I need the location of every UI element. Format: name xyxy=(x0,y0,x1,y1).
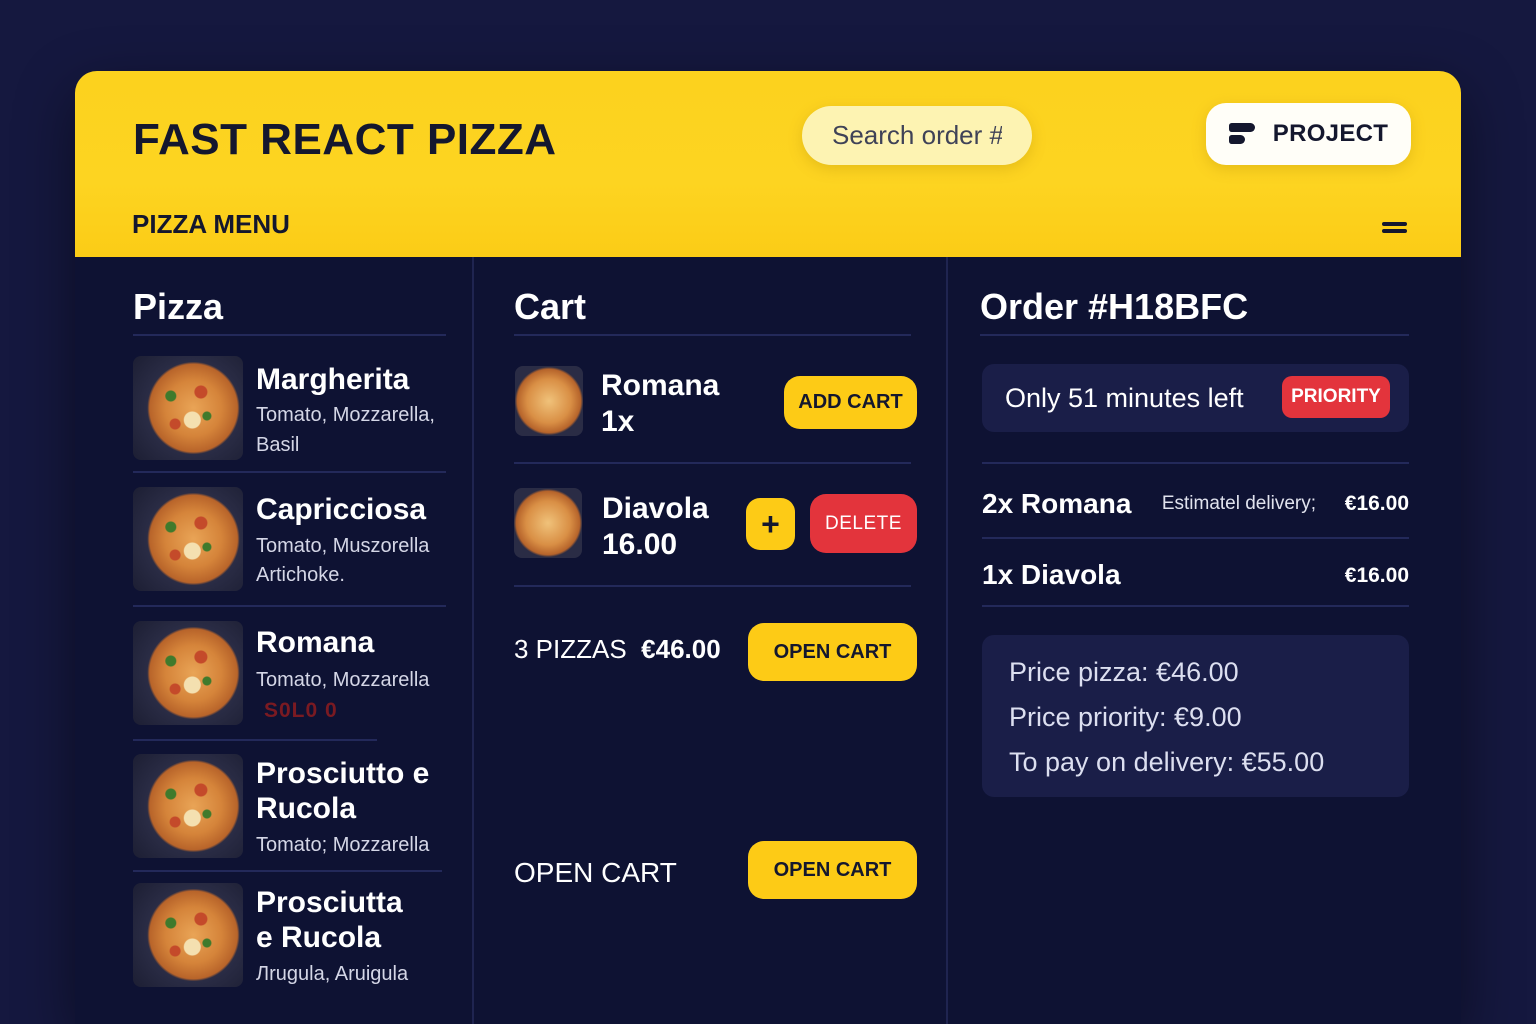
countdown-panel: Only 51 minutes left PRIORITY xyxy=(982,364,1409,432)
pizza-menu-item[interactable]: Romana Tomato, Mozzarella S0L0 0 xyxy=(133,621,445,726)
pizza-menu-item[interactable]: Margherita Tomato, Mozzarella, Basil xyxy=(133,356,445,461)
divider xyxy=(982,537,1409,539)
project-icon xyxy=(1228,122,1255,146)
delete-button[interactable]: DELETE xyxy=(810,494,917,553)
order-totals-panel: Price pizza: €46.00 Price priority: €9.0… xyxy=(982,635,1409,797)
pizza-name: Prosciutta xyxy=(256,886,403,919)
pizza-ingredients: Artichoke. xyxy=(256,564,345,586)
pizza-menu-link[interactable]: PIZZA MENU xyxy=(132,209,290,240)
cart-item-name: Romana xyxy=(601,369,720,402)
header: FAST REACT PIZZA PROJECT PIZZA MENU xyxy=(75,71,1461,257)
price-priority: Price priority: €9.00 xyxy=(1009,702,1242,732)
pizza-menu-item[interactable]: Prosciutta e Rucola Лrugula, Aruigula xyxy=(133,883,445,991)
sold-out-label: S0L0 0 xyxy=(264,699,338,722)
divider xyxy=(514,462,911,464)
pizza-name: e Rucola xyxy=(256,921,382,954)
column-divider xyxy=(946,257,948,1024)
project-button[interactable]: PROJECT xyxy=(1206,103,1411,165)
open-cart-label: OPEN CART xyxy=(514,857,677,888)
add-cart-button[interactable]: ADD CART xyxy=(784,376,917,429)
divider xyxy=(133,605,446,607)
pizza-ingredients: Tomato, Mozzarella, xyxy=(256,404,435,426)
order-item-row: 2x Romana Estimatel delivery; €16.00 xyxy=(982,485,1409,525)
divider xyxy=(133,870,442,872)
order-item-name: 2x Romana xyxy=(982,488,1132,519)
pizza-image xyxy=(133,356,243,460)
cart-item-price: 16.00 xyxy=(602,528,678,561)
open-cart-button[interactable]: OPEN CART xyxy=(748,841,917,899)
pizza-column-title: Pizza xyxy=(133,286,224,327)
to-pay-on-delivery: To pay on delivery: €55.00 xyxy=(1009,747,1325,777)
brand-title[interactable]: FAST REACT PIZZA xyxy=(133,115,557,165)
cart-column-title: Cart xyxy=(514,286,587,327)
price-pizza: Price pizza: €46.00 xyxy=(1009,657,1239,687)
divider xyxy=(133,334,446,336)
pizza-name: Capricciosa xyxy=(256,493,427,526)
pizza-ingredients: Tomato; Mozzarella xyxy=(256,834,430,856)
cart-summary-price: €46.00 xyxy=(641,634,721,664)
estimated-delivery-label: Estimatel delivery; xyxy=(1161,493,1316,514)
open-cart-button[interactable]: OPEN CART xyxy=(748,623,917,681)
pizza-name: Romana xyxy=(256,626,375,659)
cart-item-image xyxy=(515,366,583,436)
divider xyxy=(514,334,911,336)
order-item-price: €16.00 xyxy=(1344,564,1409,587)
pizza-image xyxy=(133,621,243,725)
order-item-price: €16.00 xyxy=(1344,492,1409,515)
order-title: Order #H18BFC xyxy=(980,286,1249,327)
cart-item-quantity: 1x xyxy=(601,405,635,438)
pizza-name: Margherita xyxy=(256,363,410,396)
cart-item-name: Diavola xyxy=(602,492,709,525)
pizza-image xyxy=(133,754,243,858)
pizza-name: Prosciutto e xyxy=(256,757,430,790)
divider xyxy=(982,462,1409,464)
pizza-ingredients: Tomato, Mozzarella xyxy=(256,669,430,691)
increase-quantity-button[interactable]: + xyxy=(746,498,795,550)
search-order-input[interactable] xyxy=(802,106,1032,165)
hamburger-menu-icon[interactable] xyxy=(1382,220,1407,236)
pizza-ingredients: Лrugula, Aruigula xyxy=(256,963,409,985)
divider xyxy=(982,605,1409,607)
divider xyxy=(514,585,911,587)
pizza-ingredients: Tomato, Muszorella xyxy=(256,535,430,557)
app-window: FAST REACT PIZZA PROJECT PIZZA MENU Pizz… xyxy=(75,71,1461,1024)
pizza-name: Rucola xyxy=(256,792,357,825)
cart-summary-count: 3 PIZZAS xyxy=(514,634,627,664)
order-item-row: 1x Diavola €16.00 xyxy=(982,556,1409,596)
countdown-text: Only 51 minutes left xyxy=(1005,383,1244,413)
divider xyxy=(980,334,1409,336)
project-button-label: PROJECT xyxy=(1272,120,1389,147)
pizza-ingredients: Basil xyxy=(256,434,300,456)
pizza-menu-item[interactable]: Prosciutto e Rucola Tomato; Mozzarella xyxy=(133,754,445,859)
order-item-name: 1x Diavola xyxy=(982,559,1121,590)
column-divider xyxy=(472,257,474,1024)
divider xyxy=(133,471,446,473)
cart-summary: 3 PIZZAS €46.00 xyxy=(514,634,721,665)
pizza-menu-item[interactable]: Capricciosa Tomato, Muszorella Artichoke… xyxy=(133,487,445,592)
priority-badge: PRIORITY xyxy=(1282,376,1390,418)
cart-item-image xyxy=(514,488,582,558)
pizza-image xyxy=(133,883,243,987)
divider xyxy=(133,739,377,741)
pizza-image xyxy=(133,487,243,591)
